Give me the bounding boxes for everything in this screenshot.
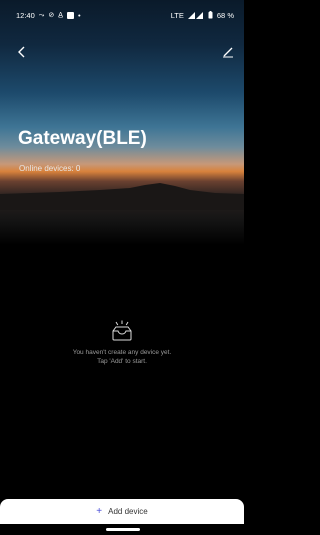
status-time: 12:40 [16, 10, 35, 20]
header-background [0, 0, 244, 245]
font-icon: A̲ [58, 11, 63, 19]
dnd-icon: ⊘ [48, 11, 55, 19]
status-bar: 12:40 ⤳ ⊘ A̲ • LTE 68 % [0, 0, 244, 30]
online-devices-count: Online devices: 0 [19, 164, 81, 173]
sync-icon: ⤳ [38, 11, 45, 19]
status-dot: • [77, 10, 81, 20]
empty-state: You haven't create any device yet. Tap '… [0, 320, 244, 366]
battery-percent: 68 % [216, 10, 234, 20]
back-button[interactable] [10, 40, 34, 64]
add-device-label: Add device [108, 507, 148, 516]
status-right: LTE 68 % [171, 11, 234, 20]
nav-bar [0, 40, 244, 66]
home-indicator[interactable] [106, 528, 140, 531]
network-label: LTE [170, 10, 184, 20]
add-device-button[interactable]: + Add device [0, 499, 244, 524]
empty-message-line1: You haven't create any device yet. [72, 349, 172, 356]
battery-icon [208, 11, 213, 19]
mountain-silhouette [0, 183, 244, 210]
empty-message-line2: Tap 'Add' to start. [97, 358, 147, 365]
pencil-icon [223, 47, 233, 58]
chevron-left-icon [18, 46, 25, 58]
signal-icon [187, 11, 203, 19]
edit-button[interactable] [216, 40, 240, 64]
empty-tray-icon [112, 320, 132, 341]
system-nav-bar [0, 524, 244, 535]
status-left: 12:40 ⤳ ⊘ A̲ • [16, 11, 81, 20]
page-title: Gateway(BLE) [18, 128, 147, 149]
plus-icon: + [96, 505, 103, 517]
gallery-icon [66, 11, 74, 19]
